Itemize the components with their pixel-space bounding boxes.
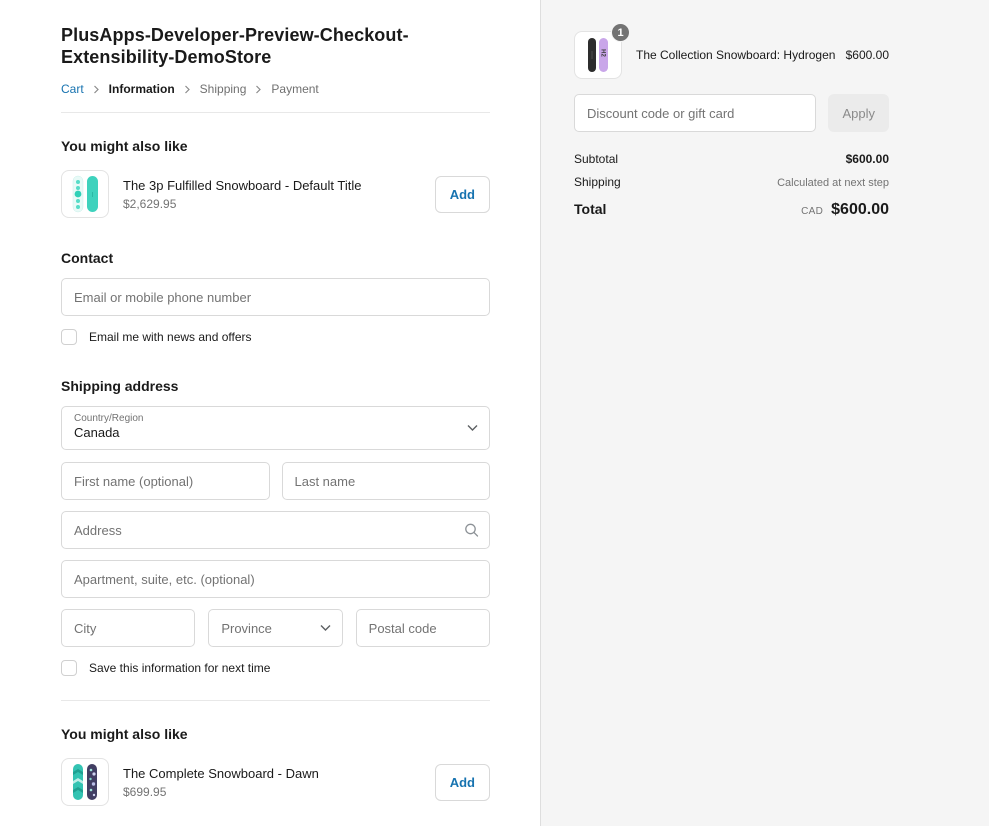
upsell-product-price: $2,629.95: [123, 196, 177, 211]
upsell-product-row: The Complete Snowboard - Dawn $699.95 Ad…: [61, 758, 490, 806]
upsell-heading: You might also like: [61, 726, 188, 742]
country-select-value: Canada: [74, 425, 120, 440]
postal-code-field[interactable]: [355, 609, 490, 647]
first-name-field[interactable]: [61, 462, 270, 500]
search-icon: [464, 523, 479, 538]
country-select-label: Country/Region: [74, 413, 144, 424]
subtotal-label: Subtotal: [574, 152, 619, 166]
save-info-row: Save this information for next time: [61, 660, 490, 676]
chevron-right-icon: [184, 85, 191, 94]
address-field[interactable]: [61, 511, 490, 549]
order-line-item: H2 1 The Collection Snowboard: Hydrogen …: [574, 23, 889, 79]
country-select[interactable]: Country/Region Canada: [61, 406, 490, 450]
line-item-title: The Collection Snowboard: Hydrogen: [636, 47, 836, 62]
shipping-address-heading: Shipping address: [61, 378, 179, 394]
discount-code-field[interactable]: [574, 94, 817, 132]
email-field[interactable]: [61, 278, 490, 316]
shipping-note: Calculated at next step: [777, 177, 889, 189]
checkout-main-panel: PlusApps-Developer-Preview-Checkout-Exte…: [0, 0, 540, 826]
upsell-product-info: The 3p Fulfilled Snowboard - Default Tit…: [123, 178, 435, 211]
newsletter-row: Email me with news and offers: [61, 329, 490, 345]
upsell-heading: You might also like: [61, 138, 188, 154]
upsell-section-bottom: You might also like The Complete Snowboa…: [61, 726, 490, 806]
header-divider: [61, 112, 490, 113]
add-product-button[interactable]: Add: [434, 175, 490, 213]
total-value: $600.00: [831, 201, 889, 218]
store-title: PlusApps-Developer-Preview-Checkout-Exte…: [61, 25, 409, 67]
product-thumbnail-3p-snowboard: [61, 170, 109, 218]
subtotal-value: $600.00: [845, 152, 889, 166]
upsell-product-info: The Complete Snowboard - Dawn $699.95: [123, 766, 435, 799]
total-row: Total CAD $600.00: [574, 201, 889, 219]
shipping-address-section: Shipping address Country/Region Canada F…: [61, 378, 490, 676]
product-thumbnail-dawn-snowboard: [61, 758, 109, 806]
total-label: Total: [574, 201, 607, 217]
totals-block: Subtotal $600.00 Shipping Calculated at …: [574, 152, 889, 219]
svg-text:H2: H2: [600, 49, 606, 57]
line-item-thumbnail-wrap: H2 1: [574, 23, 630, 79]
newsletter-checkbox[interactable]: [61, 329, 77, 345]
last-name-field[interactable]: [281, 462, 490, 500]
chevron-right-icon: [93, 85, 100, 94]
quantity-badge: 1: [611, 23, 630, 42]
breadcrumb-payment: Payment: [271, 82, 319, 96]
order-summary-panel: H2 1 The Collection Snowboard: Hydrogen …: [540, 0, 989, 826]
breadcrumb-cart[interactable]: Cart: [61, 82, 84, 96]
section-divider: [61, 700, 490, 701]
add-product-button[interactable]: Add: [434, 763, 490, 801]
upsell-section-top: You might also like The 3p Fulfilled Sno…: [61, 138, 490, 218]
apply-discount-button[interactable]: Apply: [828, 94, 889, 132]
save-info-checkbox[interactable]: [61, 660, 77, 676]
line-item-price: $600.00: [845, 48, 889, 62]
province-select-value: Province: [221, 620, 272, 636]
chevron-right-icon: [255, 85, 262, 94]
upsell-product-title: The Complete Snowboard - Dawn: [123, 765, 319, 781]
shipping-label: Shipping: [574, 175, 621, 189]
subtotal-row: Subtotal $600.00: [574, 152, 889, 166]
upsell-product-price: $699.95: [123, 784, 167, 799]
newsletter-label: Email me with news and offers: [89, 330, 252, 344]
save-info-label: Save this information for next time: [89, 661, 271, 675]
breadcrumb: Cart Information Shipping Payment: [61, 82, 490, 96]
apartment-field[interactable]: [61, 560, 490, 598]
shipping-row: Shipping Calculated at next step: [574, 175, 889, 189]
province-select[interactable]: Province: [208, 609, 343, 647]
discount-row: Apply: [574, 94, 889, 132]
upsell-product-row: The 3p Fulfilled Snowboard - Default Tit…: [61, 170, 490, 218]
upsell-product-title: The 3p Fulfilled Snowboard - Default Tit…: [123, 177, 362, 193]
chevron-down-icon: [320, 625, 331, 632]
breadcrumb-information: Information: [108, 82, 175, 96]
contact-section: Contact Email me with news and offers: [61, 250, 490, 345]
breadcrumb-shipping: Shipping: [199, 82, 247, 96]
city-field[interactable]: [61, 609, 196, 647]
contact-heading: Contact: [61, 250, 114, 266]
total-currency: CAD: [801, 206, 824, 217]
chevron-down-icon: [467, 425, 478, 432]
